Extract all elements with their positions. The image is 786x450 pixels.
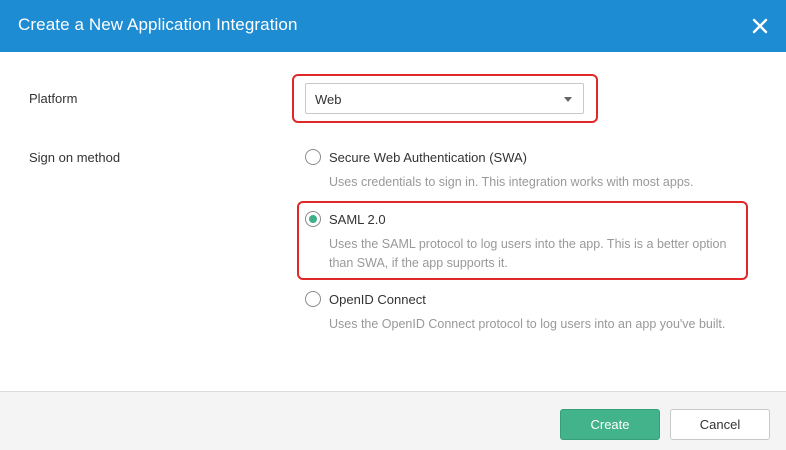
chevron-down-icon [564, 97, 572, 102]
platform-select-value: Web [315, 92, 342, 107]
dialog-header: Create a New Application Integration [0, 0, 786, 52]
radio-swa[interactable] [305, 149, 321, 165]
dialog-title: Create a New Application Integration [18, 15, 298, 34]
radio-selected-dot [309, 215, 317, 223]
create-button[interactable]: Create [560, 409, 660, 440]
radio-openid[interactable] [305, 291, 321, 307]
cancel-button[interactable]: Cancel [670, 409, 770, 440]
option-openid-description: Uses the OpenID Connect protocol to log … [329, 317, 726, 331]
option-swa-description: Uses credentials to sign in. This integr… [329, 175, 694, 189]
radio-saml[interactable] [305, 211, 321, 227]
option-swa-title: Secure Web Authentication (SWA) [329, 150, 527, 165]
option-saml-description-line1: Uses the SAML protocol to log users into… [329, 237, 727, 251]
dialog-footer: Create Cancel [0, 391, 786, 450]
option-saml-description-line2: than SWA, if the app supports it. [329, 256, 508, 270]
dialog-body: Platform Web Sign on method Secure Web A… [0, 52, 786, 391]
option-saml-title: SAML 2.0 [329, 212, 386, 227]
close-icon[interactable] [750, 16, 770, 36]
platform-label: Platform [29, 91, 78, 106]
sign-on-method-label: Sign on method [29, 150, 121, 165]
option-openid-title: OpenID Connect [329, 292, 426, 307]
create-app-integration-dialog: Create a New Application Integration Pla… [0, 0, 786, 450]
platform-select[interactable]: Web [305, 83, 584, 114]
